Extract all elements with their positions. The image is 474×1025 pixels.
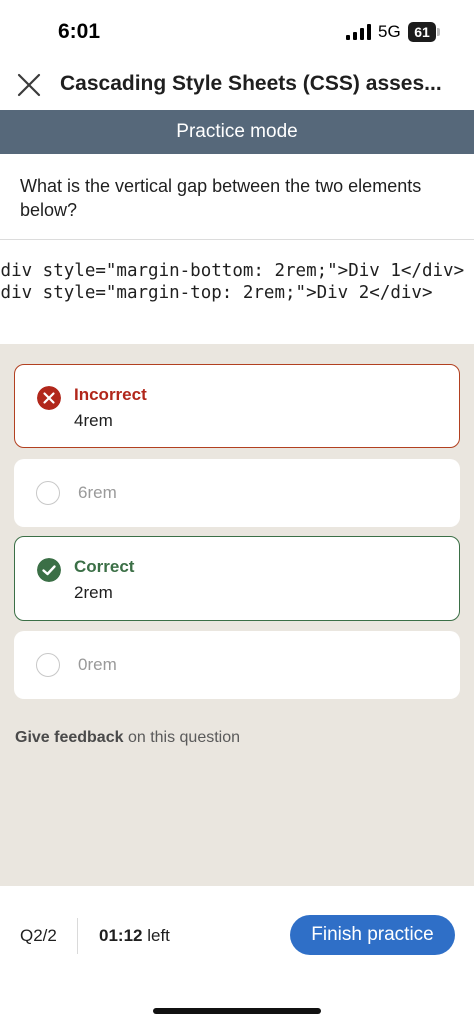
answer-value: 0rem	[78, 655, 117, 674]
feedback-line: Give feedback on this question	[15, 729, 240, 747]
page-title: Cascading Style Sheets (CSS) asses...	[60, 72, 442, 95]
close-icon[interactable]	[16, 72, 42, 98]
time-value: 01:12	[99, 926, 143, 945]
answer-option[interactable]: 6rem	[14, 459, 460, 527]
x-circle-icon	[37, 386, 61, 410]
status-time: 6:01	[58, 20, 101, 43]
feedback-text: on this question	[123, 729, 241, 746]
answer-value: 2rem	[74, 583, 113, 602]
answer-value: 4rem	[74, 411, 113, 430]
answers-area: Incorrect 4rem 6rem Correct 2rem 0rem Gi…	[0, 344, 474, 886]
give-feedback-link[interactable]: Give feedback	[15, 729, 124, 746]
question-counter: Q2/2	[20, 926, 57, 945]
question-area: What is the vertical gap between the two…	[0, 154, 474, 240]
answer-option-correct[interactable]: Correct 2rem	[14, 536, 460, 621]
answer-option[interactable]: 0rem	[14, 631, 460, 699]
divider	[77, 918, 78, 954]
battery-level: 61	[408, 22, 436, 42]
practice-mode-banner: Practice mode	[0, 110, 474, 154]
answer-value: 6rem	[78, 483, 117, 502]
check-circle-icon	[37, 558, 61, 582]
finish-practice-button[interactable]: Finish practice	[290, 915, 455, 955]
correct-label: Correct	[74, 557, 135, 576]
home-indicator[interactable]	[153, 1008, 321, 1014]
radio-button[interactable]	[36, 481, 60, 505]
code-line: <div style="margin-top: 2rem;">Div 2</di…	[0, 283, 433, 303]
footer: Q2/2 01:12 left Finish practice	[0, 886, 474, 986]
signal-icon	[346, 24, 371, 40]
time-suffix: left	[142, 926, 170, 945]
network-label: 5G	[378, 22, 401, 41]
battery-icon: 61	[408, 22, 440, 42]
radio-button[interactable]	[36, 653, 60, 677]
answer-option-incorrect[interactable]: Incorrect 4rem	[14, 364, 460, 448]
time-remaining: 01:12 left	[99, 926, 170, 946]
code-block: <div style="margin-bottom: 2rem;">Div 1<…	[0, 240, 474, 344]
status-bar: 6:01 5G 61	[0, 0, 474, 62]
incorrect-label: Incorrect	[74, 385, 147, 404]
header: Cascading Style Sheets (CSS) asses...	[0, 62, 474, 110]
code-line: <div style="margin-bottom: 2rem;">Div 1<…	[0, 261, 465, 281]
question-text: What is the vertical gap between the two…	[20, 176, 422, 220]
